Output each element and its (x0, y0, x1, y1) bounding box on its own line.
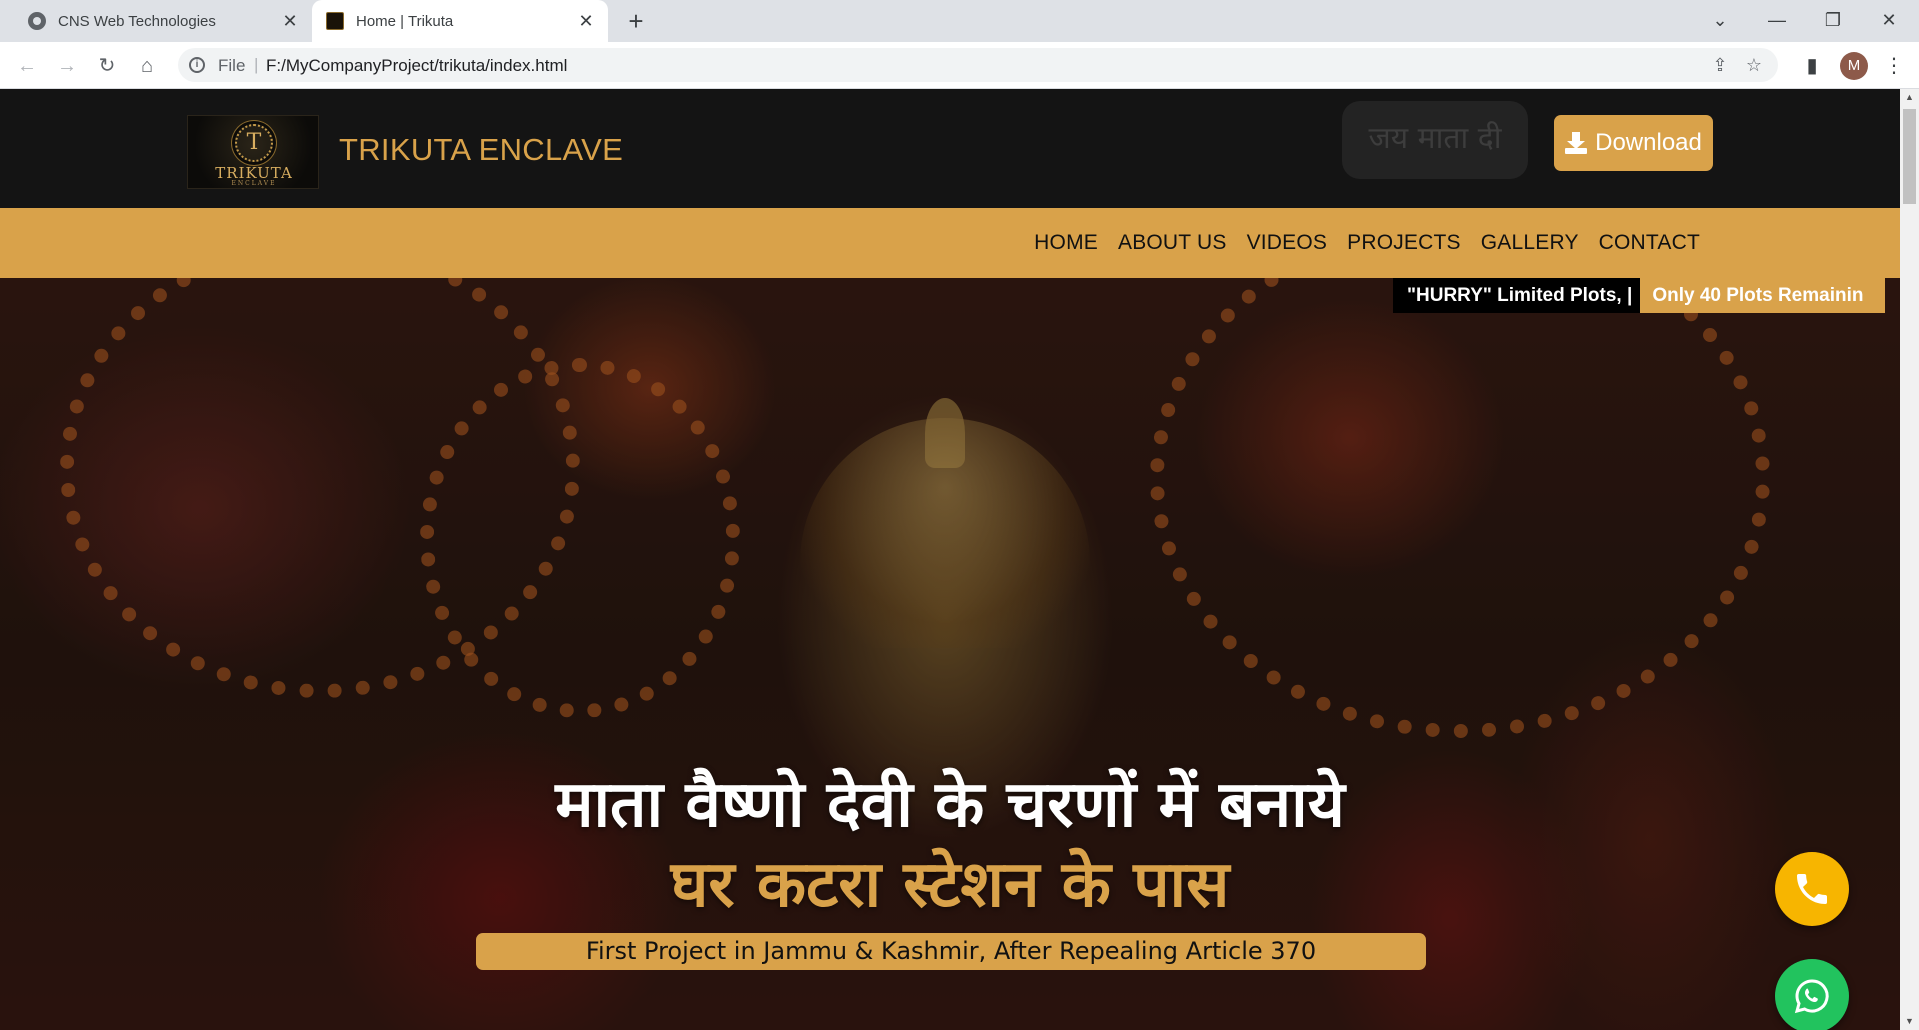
bookmark-star-icon[interactable]: ☆ (1742, 54, 1766, 78)
call-button[interactable] (1775, 852, 1849, 926)
address-bar[interactable]: i File | F:/MyCompanyProject/trikuta/ind… (178, 48, 1778, 82)
download-icon (1565, 132, 1588, 154)
forward-icon[interactable]: → (51, 50, 83, 82)
whatsapp-button[interactable] (1775, 959, 1849, 1030)
close-tab-icon[interactable]: ✕ (276, 7, 304, 35)
hero-banner: "HURRY" Limited Plots, | Only 40 Plots R… (0, 278, 1900, 1030)
ticker-lead: "HURRY" Limited Plots, | (1393, 278, 1641, 313)
page-viewport: T TRIKUTA ENCLAVE TRIKUTA ENCLAVE जय मात… (0, 89, 1900, 1030)
download-button[interactable]: Download (1554, 115, 1713, 171)
offer-ticker: "HURRY" Limited Plots, | Only 40 Plots R… (1393, 278, 1885, 313)
site-logo[interactable]: T TRIKUTA ENCLAVE (187, 115, 319, 189)
tab-search-icon[interactable]: ⌄ (1692, 0, 1748, 42)
phone-icon (1797, 874, 1827, 904)
home-icon[interactable]: ⌂ (131, 50, 163, 82)
close-tab-icon[interactable]: ✕ (572, 7, 600, 35)
back-icon[interactable]: ← (11, 50, 43, 82)
avatar[interactable]: M (1840, 52, 1868, 80)
menu-kebab-icon[interactable]: ⋮ (1878, 50, 1910, 82)
close-window-icon[interactable]: ✕ (1861, 0, 1917, 42)
scroll-down-arrow-icon[interactable]: ▼ (1900, 1013, 1919, 1030)
share-icon[interactable]: ⇪ (1708, 54, 1732, 78)
nav-about-us[interactable]: ABOUT US (1118, 231, 1227, 255)
nav-home[interactable]: HOME (1034, 231, 1098, 255)
minimize-icon[interactable]: — (1749, 0, 1805, 42)
site-header: T TRIKUTA ENCLAVE TRIKUTA ENCLAVE जय मात… (0, 89, 1900, 208)
tab-title: Home | Trikuta (356, 12, 454, 30)
nav-contact[interactable]: CONTACT (1599, 231, 1700, 255)
scroll-thumb[interactable] (1903, 109, 1916, 204)
browser-tab[interactable]: CNS Web Technologies ✕ (12, 0, 312, 42)
browser-tab-active[interactable]: Home | Trikuta ✕ (312, 0, 608, 42)
logo-subtext: ENCLAVE (231, 180, 277, 187)
trikuta-favicon-icon (326, 12, 344, 30)
address-scheme: File (218, 56, 246, 75)
logo-emblem: T (235, 124, 273, 162)
nav-videos[interactable]: VIDEOS (1247, 231, 1328, 255)
download-label: Download (1595, 129, 1702, 156)
main-navigation: HOME ABOUT US VIDEOS PROJECTS GALLERY CO… (0, 208, 1900, 278)
address-url[interactable]: F:/MyCompanyProject/trikuta/index.html (266, 56, 567, 76)
ticker-message: Only 40 Plots Remainin (1640, 278, 1885, 313)
page-scrollbar[interactable]: ▲ ▼ (1900, 89, 1919, 1030)
browser-tab-strip: CNS Web Technologies ✕ Home | Trikuta ✕ … (0, 0, 1919, 42)
greeting-badge: जय माता दी (1342, 101, 1528, 179)
nav-gallery[interactable]: GALLERY (1481, 231, 1579, 255)
browser-toolbar: ← → ↻ ⌂ i File | F:/MyCompanyProject/tri… (0, 42, 1919, 89)
scroll-up-arrow-icon[interactable]: ▲ (1900, 89, 1919, 106)
tab-title: CNS Web Technologies (58, 12, 216, 30)
side-panel-icon[interactable]: ▮ (1796, 50, 1828, 82)
address-separator: | (254, 55, 259, 74)
info-icon[interactable]: i (189, 57, 205, 73)
hero-tagline: First Project in Jammu & Kashmir, After … (476, 933, 1426, 970)
whatsapp-icon (1794, 979, 1829, 1014)
globe-icon (28, 12, 46, 30)
reload-icon[interactable]: ↻ (91, 50, 123, 82)
site-name[interactable]: TRIKUTA ENCLAVE (339, 132, 623, 168)
new-tab-button[interactable]: + (620, 6, 652, 38)
hero-heading-line1: माता वैष्णो देवी के चरणों में बनाये (555, 768, 1345, 842)
nav-projects[interactable]: PROJECTS (1347, 231, 1461, 255)
hero-heading-line2: घर कटरा स्टेशन के पास (670, 848, 1230, 922)
restore-icon[interactable]: ❐ (1805, 0, 1861, 42)
